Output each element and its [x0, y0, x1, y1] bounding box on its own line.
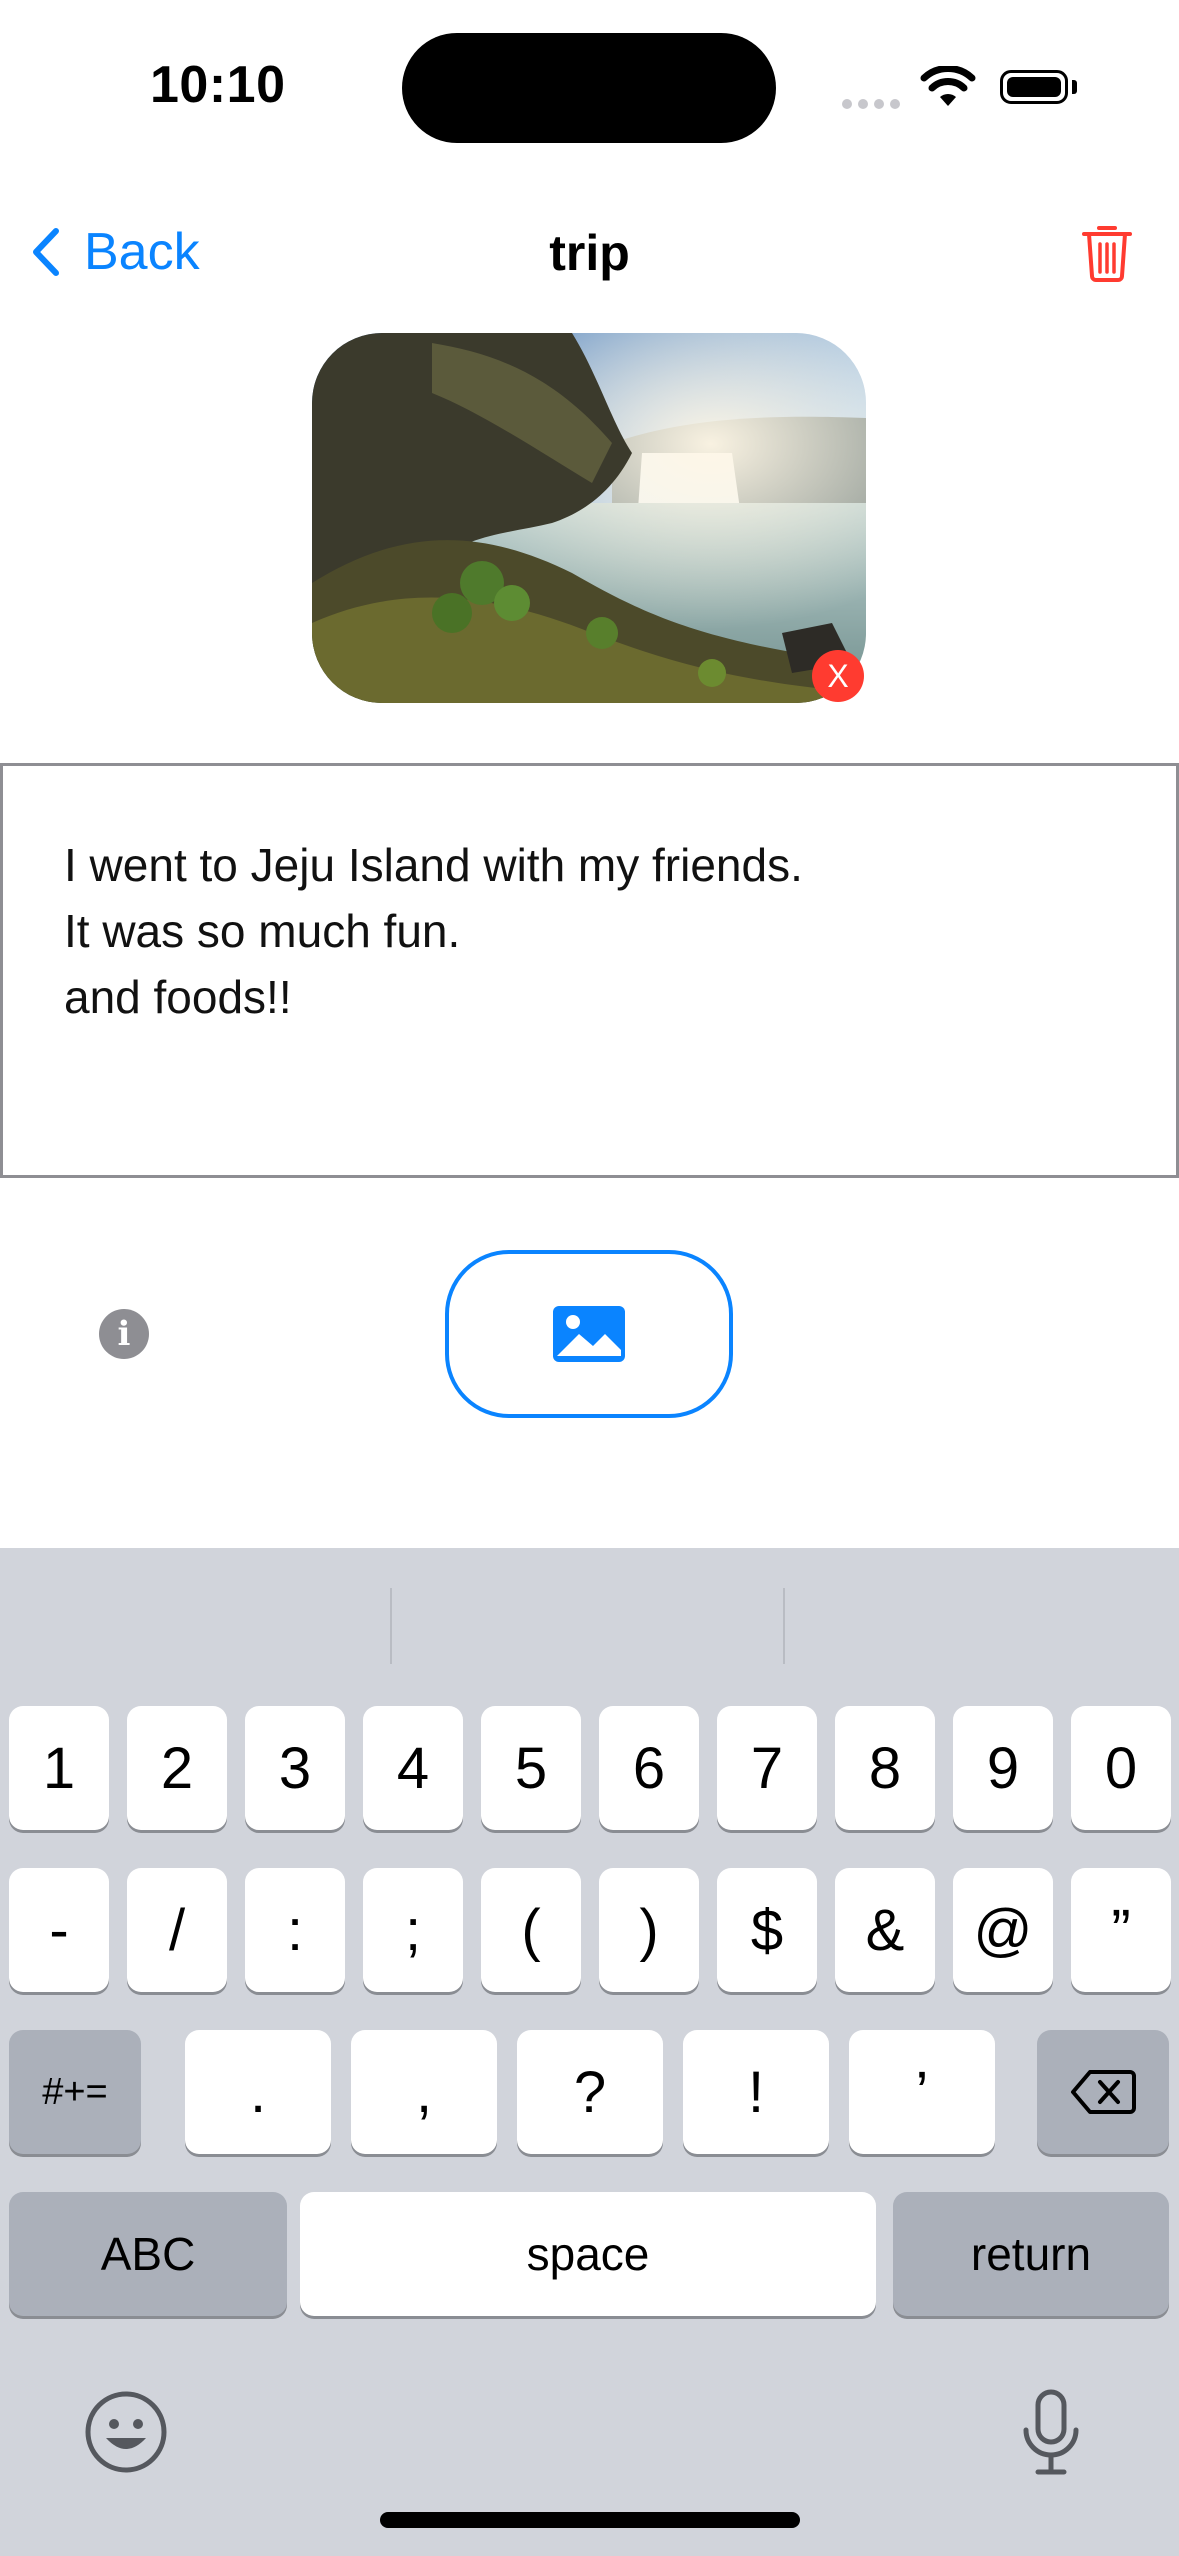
suggestion-divider [783, 1588, 785, 1664]
key-comma[interactable]: , [351, 2030, 497, 2154]
key-7[interactable]: 7 [717, 1706, 817, 1830]
emoji-icon[interactable] [84, 2390, 168, 2479]
status-time: 10:10 [150, 56, 286, 114]
key-slash[interactable]: / [127, 1868, 227, 1992]
key-close-paren[interactable]: ) [599, 1868, 699, 1992]
battery-icon [1000, 70, 1068, 104]
microphone-icon[interactable] [1018, 2388, 1084, 2483]
key-8[interactable]: 8 [835, 1706, 935, 1830]
key-9[interactable]: 9 [953, 1706, 1053, 1830]
note-text-area[interactable]: I went to Jeju Island with my friends. I… [0, 763, 1179, 1178]
backspace-icon [1071, 2070, 1136, 2114]
photo-icon [553, 1306, 625, 1362]
key-hyphen[interactable]: - [9, 1868, 109, 1992]
waterfall-photo [312, 333, 866, 703]
note-line: and foods!! [64, 971, 292, 1023]
suggestion-divider [390, 1588, 392, 1664]
key-at[interactable]: @ [953, 1868, 1053, 1992]
page-title: trip [549, 225, 630, 281]
key-apostrophe[interactable]: ’ [849, 2030, 995, 2154]
delete-key[interactable] [1037, 2030, 1169, 2154]
key-exclamation[interactable]: ! [683, 2030, 829, 2154]
keyboard: 1 2 3 4 5 6 7 8 9 0 - / : ; ( ) $ & @ ” … [0, 1548, 1179, 2556]
key-question[interactable]: ? [517, 2030, 663, 2154]
home-indicator [380, 2512, 800, 2528]
return-key[interactable]: return [893, 2192, 1169, 2316]
key-1[interactable]: 1 [9, 1706, 109, 1830]
key-4[interactable]: 4 [363, 1706, 463, 1830]
key-2[interactable]: 2 [127, 1706, 227, 1830]
key-semicolon[interactable]: ; [363, 1868, 463, 1992]
remove-photo-button[interactable]: X [812, 650, 864, 702]
add-image-button[interactable] [445, 1250, 733, 1418]
note-line: It was so much fun. [64, 905, 461, 957]
dynamic-island [402, 33, 776, 143]
attached-photo[interactable] [312, 333, 866, 703]
key-colon[interactable]: : [245, 1868, 345, 1992]
key-0[interactable]: 0 [1071, 1706, 1171, 1830]
space-key[interactable]: space [300, 2192, 876, 2316]
trash-icon[interactable] [1080, 222, 1134, 287]
key-ampersand[interactable]: & [835, 1868, 935, 1992]
wifi-icon [920, 65, 976, 113]
key-quote[interactable]: ” [1071, 1868, 1171, 1992]
abc-key[interactable]: ABC [9, 2192, 287, 2316]
key-3[interactable]: 3 [245, 1706, 345, 1830]
key-open-paren[interactable]: ( [481, 1868, 581, 1992]
symbols-key[interactable]: #+= [9, 2030, 141, 2154]
note-line: I went to Jeju Island with my friends. [64, 839, 803, 891]
key-dollar[interactable]: $ [717, 1868, 817, 1992]
info-icon[interactable]: i [99, 1309, 149, 1359]
key-period[interactable]: . [185, 2030, 331, 2154]
battery-cap [1072, 80, 1077, 94]
cellular-signal-icon [842, 96, 906, 114]
key-5[interactable]: 5 [481, 1706, 581, 1830]
key-6[interactable]: 6 [599, 1706, 699, 1830]
